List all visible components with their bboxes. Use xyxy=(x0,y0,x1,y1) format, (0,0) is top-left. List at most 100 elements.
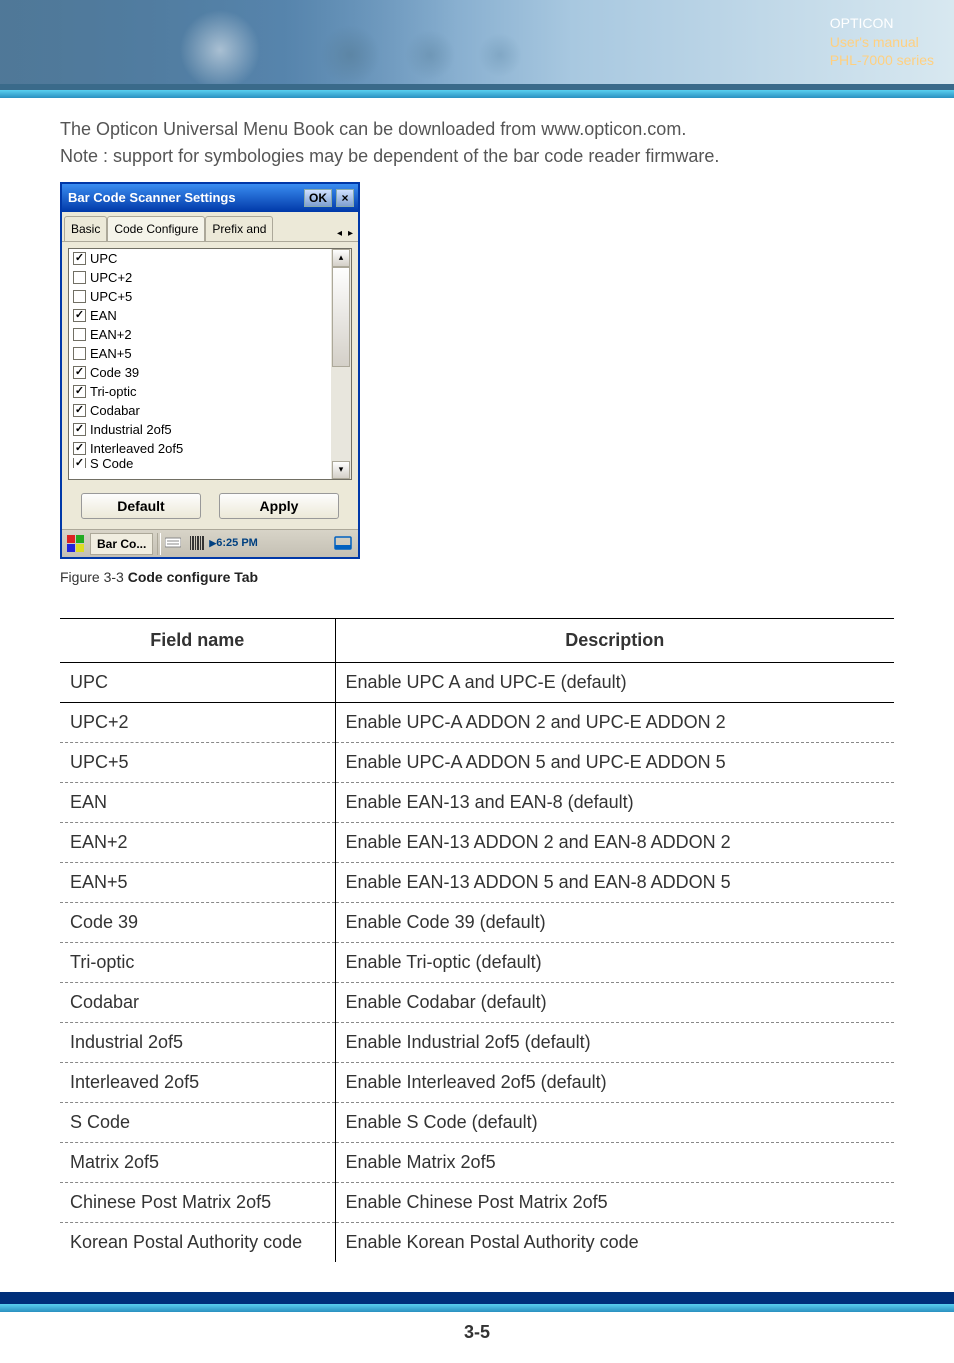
cell-desc: Enable Code 39 (default) xyxy=(335,903,894,943)
cell-field: Interleaved 2of5 xyxy=(60,1063,335,1103)
cell-field: Korean Postal Authority code xyxy=(60,1223,335,1263)
cell-field: EAN+2 xyxy=(60,823,335,863)
tab-prefix-and[interactable]: Prefix and xyxy=(205,216,273,241)
checkbox-label: Interleaved 2of5 xyxy=(90,439,183,458)
cell-field: Tri-optic xyxy=(60,943,335,983)
checkbox-item[interactable]: UPC+5 xyxy=(73,287,331,306)
cell-desc: Enable Tri-optic (default) xyxy=(335,943,894,983)
intro-line2: Note : support for symbologies may be de… xyxy=(60,146,719,166)
intro-line1: The Opticon Universal Menu Book can be d… xyxy=(60,119,686,139)
tray-keyboard-icon[interactable] xyxy=(165,536,181,552)
cell-desc: Enable Codabar (default) xyxy=(335,983,894,1023)
cell-field: Chinese Post Matrix 2of5 xyxy=(60,1183,335,1223)
checkbox-label: Tri-optic xyxy=(90,382,136,401)
checkbox-icon[interactable]: ✓ xyxy=(73,458,86,468)
checkbox-icon[interactable]: ✓ xyxy=(73,404,86,417)
checkbox-item[interactable]: ✓ UPC xyxy=(73,249,331,268)
checkbox-icon[interactable] xyxy=(73,271,86,284)
divider-bar xyxy=(0,90,954,98)
intro-text: The Opticon Universal Menu Book can be d… xyxy=(60,116,894,170)
taskbar-app[interactable]: Bar Co... xyxy=(90,533,153,555)
checkbox-item[interactable]: ✓ Interleaved 2of5 xyxy=(73,439,331,458)
description-table: Field name Description UPCEnable UPC A a… xyxy=(60,618,894,1262)
checkbox-item[interactable]: UPC+2 xyxy=(73,268,331,287)
cell-desc: Enable EAN-13 ADDON 5 and EAN-8 ADDON 5 xyxy=(335,863,894,903)
table-row: S CodeEnable S Code (default) xyxy=(60,1103,894,1143)
checkbox-label: UPC+2 xyxy=(90,268,132,287)
tab-basic[interactable]: Basic xyxy=(64,216,107,241)
checkbox-item[interactable]: EAN+2 xyxy=(73,325,331,344)
taskbar: Bar Co... ▶ 6:25 PM xyxy=(62,529,358,557)
cell-desc: Enable Interleaved 2of5 (default) xyxy=(335,1063,894,1103)
cell-desc: Enable EAN-13 and EAN-8 (default) xyxy=(335,783,894,823)
tab-code-configure[interactable]: Code Configure xyxy=(107,216,205,241)
checkbox-label: EAN+2 xyxy=(90,325,132,344)
brand-name: OPTICON xyxy=(830,14,934,33)
close-button[interactable]: × xyxy=(336,189,354,207)
checkbox-item[interactable]: ✓ Industrial 2of5 xyxy=(73,420,331,439)
table-row: UPCEnable UPC A and UPC-E (default) xyxy=(60,663,894,703)
cell-desc: Enable UPC-A ADDON 5 and UPC-E ADDON 5 xyxy=(335,743,894,783)
checkbox-item[interactable]: ✓ Tri-optic xyxy=(73,382,331,401)
table-row: Matrix 2of5Enable Matrix 2of5 xyxy=(60,1143,894,1183)
scrollbar[interactable]: ▴ ▾ xyxy=(331,249,351,479)
dialog-titlebar: Bar Code Scanner Settings OK × xyxy=(62,184,358,212)
cell-desc: Enable Korean Postal Authority code xyxy=(335,1223,894,1263)
table-row: Interleaved 2of5Enable Interleaved 2of5 … xyxy=(60,1063,894,1103)
cell-desc: Enable Industrial 2of5 (default) xyxy=(335,1023,894,1063)
checkbox-icon[interactable]: ✓ xyxy=(73,309,86,322)
checkbox-label: Industrial 2of5 xyxy=(90,420,172,439)
checkbox-icon[interactable]: ✓ xyxy=(73,385,86,398)
checkbox-item[interactable]: ✓Code 39 xyxy=(73,363,331,382)
apply-button[interactable]: Apply xyxy=(219,493,339,519)
checkbox-item[interactable]: ✓ Codabar xyxy=(73,401,331,420)
tab-scroll-left-icon[interactable]: ◂ xyxy=(334,226,345,241)
checkbox-icon[interactable]: ✓ xyxy=(73,423,86,436)
checkbox-label: Codabar xyxy=(90,401,140,420)
cell-field: Matrix 2of5 xyxy=(60,1143,335,1183)
checkbox-item[interactable]: ✓ EAN xyxy=(73,306,331,325)
scroll-down-icon[interactable]: ▾ xyxy=(332,461,350,479)
header-banner: OPTICON User's manual PHL-7000 series xyxy=(0,0,954,90)
checkbox-icon[interactable] xyxy=(73,290,86,303)
checkbox-icon[interactable]: ✓ xyxy=(73,442,86,455)
cell-field: UPC+2 xyxy=(60,703,335,743)
checkbox-icon[interactable]: ✓ xyxy=(73,366,86,379)
table-row: UPC+2Enable UPC-A ADDON 2 and UPC-E ADDO… xyxy=(60,703,894,743)
checkbox-label: S Code xyxy=(90,458,133,468)
caption-bold: Code configure Tab xyxy=(128,569,258,585)
code-list: ✓UPCUPC+2UPC+5✓EANEAN+2EAN+5✓Code 39✓Tri… xyxy=(68,248,352,480)
table-row: EANEnable EAN-13 and EAN-8 (default) xyxy=(60,783,894,823)
tray-time: 6:25 PM xyxy=(216,535,258,552)
table-row: Industrial 2of5Enable Industrial 2of5 (d… xyxy=(60,1023,894,1063)
checkbox-icon[interactable] xyxy=(73,328,86,341)
checkbox-item[interactable]: ✓ S Code xyxy=(73,458,331,468)
checkbox-icon[interactable] xyxy=(73,347,86,360)
footer-cyan-bar xyxy=(0,1304,954,1312)
settings-dialog: Bar Code Scanner Settings OK × Basic Cod… xyxy=(60,182,360,559)
th-desc: Description xyxy=(335,619,894,663)
checkbox-label: EAN+5 xyxy=(90,344,132,363)
cell-field: UPC xyxy=(60,663,335,703)
dialog-title: Bar Code Scanner Settings xyxy=(68,188,236,208)
table-row: Code 39Enable Code 39 (default) xyxy=(60,903,894,943)
system-tray: ▶ 6:25 PM xyxy=(161,535,332,552)
start-icon[interactable] xyxy=(66,534,86,554)
footer-navy-bar xyxy=(0,1292,954,1304)
show-desktop-icon[interactable] xyxy=(332,533,354,555)
tab-strip: Basic Code Configure Prefix and ◂ ▸ xyxy=(62,212,358,242)
default-button[interactable]: Default xyxy=(81,493,201,519)
cell-field: EAN xyxy=(60,783,335,823)
tray-barcode-icon[interactable] xyxy=(189,536,205,552)
checkbox-label: EAN xyxy=(90,306,117,325)
checkbox-label: UPC xyxy=(90,249,117,268)
scroll-up-icon[interactable]: ▴ xyxy=(332,249,350,267)
table-row: Tri-opticEnable Tri-optic (default) xyxy=(60,943,894,983)
ok-button[interactable]: OK xyxy=(304,189,332,207)
scroll-thumb[interactable] xyxy=(332,267,350,367)
manual-label: User's manual xyxy=(830,33,934,52)
cell-field: S Code xyxy=(60,1103,335,1143)
checkbox-icon[interactable]: ✓ xyxy=(73,252,86,265)
checkbox-item[interactable]: EAN+5 xyxy=(73,344,331,363)
tab-scroll-right-icon[interactable]: ▸ xyxy=(345,226,356,241)
